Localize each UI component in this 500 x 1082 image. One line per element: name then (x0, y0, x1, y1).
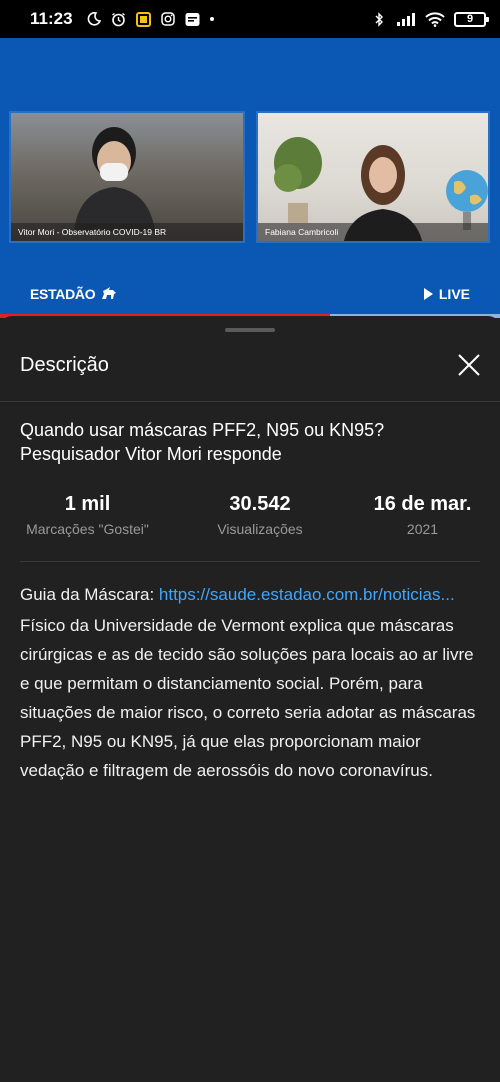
publish-date: 16 de mar. (373, 493, 472, 515)
live-label: LIVE (438, 286, 470, 302)
date-stat: 16 de mar. 2021 (365, 493, 480, 537)
right-speaker-caption: Fabiana Cambricoli (258, 223, 488, 241)
cellular-signal-icon (396, 11, 416, 27)
instagram-icon (160, 11, 176, 27)
battery-icon: 9 (454, 11, 489, 27)
description-prefix: Guia da Máscara: (20, 585, 159, 604)
channel-logo[interactable]: ESTADÃO (30, 286, 117, 302)
speaker-left-image (74, 127, 155, 231)
divider (20, 561, 480, 562)
status-bar: 11:23 9 (0, 0, 500, 38)
status-time: 11:23 (30, 9, 73, 28)
description-link[interactable]: https://saude.estadao.com.br/noticias... (159, 585, 455, 604)
video-player[interactable]: Vitor Mori - Observatório COVID-19 BR Fa… (0, 38, 500, 318)
app-notification-icon (135, 11, 151, 27)
play-icon (423, 288, 433, 300)
horse-logo-icon (101, 287, 116, 299)
close-button[interactable] (456, 352, 482, 378)
description-text: Guia da Máscara: https://saude.estadao.c… (20, 580, 482, 785)
video-frame-left: Vitor Mori - Observatório COVID-19 BR (9, 111, 245, 243)
sheet-title: Descrição (20, 354, 109, 376)
plant-image (274, 137, 322, 223)
video-title: Quando usar máscaras PFF2, N95 ou KN95? … (20, 420, 385, 464)
channel-logo-text: ESTADÃO (30, 286, 96, 302)
likes-count: 1 mil (64, 493, 111, 515)
publish-year: 2021 (406, 521, 439, 537)
moon-icon (86, 11, 102, 27)
video-stats: 1 mil Marcações "Gostei" 30.542 Visualiz… (20, 493, 480, 537)
wifi-icon (425, 11, 445, 27)
left-speaker-caption: Vitor Mori - Observatório COVID-19 BR (11, 223, 243, 241)
views-count: 30.542 (229, 493, 291, 515)
close-icon (458, 354, 480, 376)
divider (0, 401, 500, 402)
description-link-line: Guia da Máscara: https://saude.estadao.c… (20, 580, 482, 609)
views-stat: 30.542 Visualizações (205, 493, 315, 537)
video-frame-right: Fabiana Cambricoli (256, 111, 490, 243)
news-app-icon (185, 11, 201, 27)
live-indicator[interactable]: LIVE (423, 286, 470, 302)
drag-handle[interactable] (225, 328, 275, 332)
alarm-icon (111, 11, 127, 27)
bluetooth-icon (371, 11, 387, 27)
description-body: Físico da Universidade de Vermont explic… (20, 616, 476, 780)
description-sheet: Descrição Quando usar máscaras PFF2, N95… (0, 316, 500, 1082)
likes-label: Marcações "Gostei" (26, 521, 149, 537)
likes-stat: 1 mil Marcações "Gostei" (20, 493, 155, 537)
more-notifications-icon (209, 17, 214, 21)
views-label: Visualizações (217, 521, 303, 537)
